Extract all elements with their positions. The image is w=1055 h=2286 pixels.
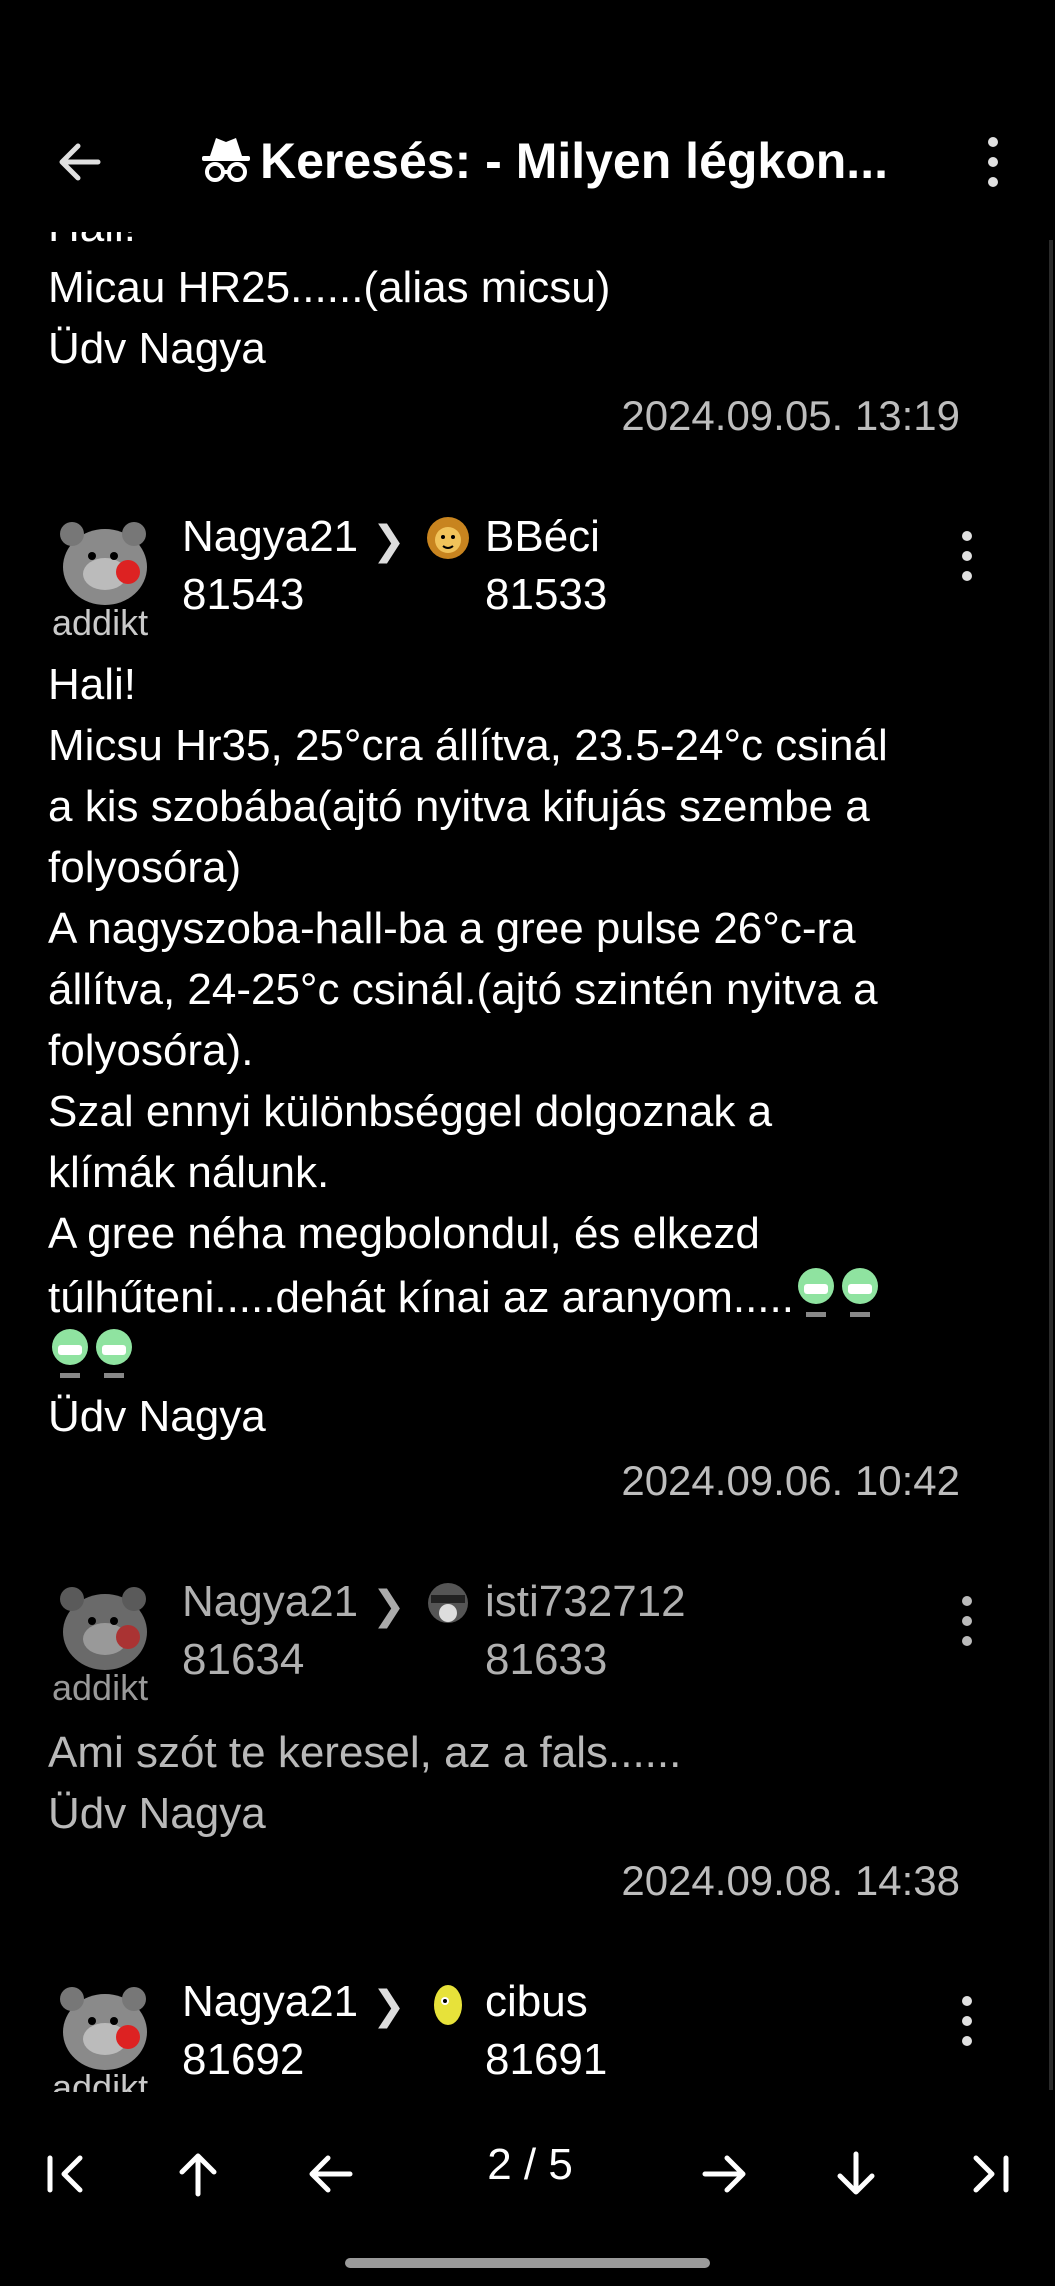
reply-chevron-icon: ❯ — [372, 519, 406, 563]
page-title: Keresés: - Milyen légkon... — [198, 126, 918, 196]
bear-avatar-icon[interactable] — [50, 1577, 160, 1673]
post-text-line — [48, 1325, 136, 1389]
reply-to-number[interactable]: 81691 — [485, 2035, 607, 2085]
post-partial-line: Hali! — [48, 232, 136, 257]
arrow-left-icon[interactable] — [300, 2144, 360, 2204]
post-text: túlhűteni.....dehát kínai az aranyom....… — [48, 1273, 794, 1322]
post-text-line: folyosóra). — [48, 1026, 254, 1075]
top-app-bar: Keresés: - Milyen légkon... — [0, 100, 1055, 230]
reply-chevron-icon: ❯ — [372, 1584, 406, 1628]
author-name[interactable]: Nagya21 — [182, 512, 358, 562]
grin-emoji-icon — [797, 1268, 834, 1317]
masked-avatar-icon — [428, 1583, 468, 1623]
post-text-line: Ami szót te keresel, az a fals...... — [48, 1728, 682, 1777]
page-indicator: 2 / 5 — [487, 2140, 573, 2189]
arrow-down-icon[interactable] — [826, 2144, 886, 2204]
user-rank: addikt — [52, 2067, 149, 2092]
post-date: 2024.09.05. 13:19 — [621, 392, 960, 439]
title-text: Keresés: - Milyen légkon... — [260, 133, 888, 189]
reply-to-name[interactable]: cibus — [485, 1977, 588, 2027]
bottom-navigation: 2 / 5 — [0, 2100, 1055, 2230]
author-post-number[interactable]: 81692 — [182, 2035, 304, 2085]
search-results: Hali! Micau HR25......(alias micsu) Üdv … — [0, 232, 1050, 2092]
post-text-line: klímák nálunk. — [48, 1148, 330, 1197]
author-post-number[interactable]: 81634 — [182, 1635, 304, 1685]
reply-to-number[interactable]: 81633 — [485, 1635, 607, 1685]
back-arrow-icon[interactable] — [48, 130, 112, 194]
arrow-up-icon[interactable] — [168, 2144, 228, 2204]
post-text-line: Szal ennyi különbséggel dolgoznak a — [48, 1087, 773, 1136]
bear-avatar-icon[interactable] — [50, 1977, 160, 2073]
reply-chevron-icon: ❯ — [372, 1984, 406, 2028]
author-name[interactable]: Nagya21 — [182, 1577, 358, 1627]
first-page-icon[interactable] — [38, 2144, 98, 2204]
bear-avatar-icon[interactable] — [50, 512, 160, 608]
post-header: addikt Nagya21 81692 ❯ cibus 81691 — [0, 1977, 1050, 2092]
reply-to-name[interactable]: BBéci — [485, 512, 600, 562]
reply-to-name[interactable]: isti732712 — [485, 1577, 686, 1627]
post-text-line: túlhűteni.....dehát kínai az aranyom....… — [48, 1264, 882, 1328]
post-header: addikt Nagya21 81543 ❯ BBéci 81533 — [0, 512, 1050, 652]
author-name[interactable]: Nagya21 — [182, 1977, 358, 2027]
post-text-line: Üdv Nagya — [48, 1392, 266, 1441]
post-date: 2024.09.08. 14:38 — [621, 1857, 960, 1904]
post-text-line: állítva, 24-25°c csinál.(ajtó szintén ny… — [48, 965, 878, 1014]
lion-avatar-icon — [427, 517, 469, 559]
arrow-right-icon[interactable] — [695, 2144, 755, 2204]
lemon-avatar-icon — [434, 1985, 462, 2025]
last-page-icon[interactable] — [958, 2144, 1018, 2204]
grin-emoji-icon — [841, 1268, 878, 1317]
post-text-line: Üdv Nagya — [48, 1789, 266, 1838]
post-date: 2024.09.06. 10:42 — [621, 1457, 960, 1504]
more-vert-icon[interactable] — [978, 130, 1008, 200]
post-more-icon[interactable] — [952, 1991, 982, 2051]
grin-emoji-icon — [52, 1329, 88, 1378]
post-text-line: Micau HR25......(alias micsu) — [48, 263, 611, 312]
grin-emoji-icon — [96, 1329, 132, 1378]
post-more-icon[interactable] — [952, 1591, 982, 1651]
post-text-line: Üdv Nagya — [48, 324, 266, 373]
post-header: addikt Nagya21 81634 ❯ isti732712 81633 — [0, 1577, 1050, 1717]
user-rank: addikt — [52, 1667, 149, 1708]
post-text-line: A nagyszoba-hall-ba a gree pulse 26°c-ra — [48, 904, 856, 953]
post-text-line: A gree néha megbolondul, és elkezd — [48, 1209, 760, 1258]
user-rank: addikt — [52, 602, 149, 643]
post-text-line: Hali! — [48, 660, 137, 709]
post-text-line: a kis szobába(ajtó nyitva kifujás szembe… — [48, 782, 870, 831]
gesture-handle[interactable] — [345, 2258, 710, 2268]
post-more-icon[interactable] — [952, 526, 982, 586]
reply-to-number[interactable]: 81533 — [485, 570, 607, 620]
post-text-line: Micsu Hr35, 25°cra állítva, 23.5-24°c cs… — [48, 721, 888, 770]
author-post-number[interactable]: 81543 — [182, 570, 304, 620]
incognito-icon — [202, 138, 250, 182]
post-text-line: folyosóra) — [48, 843, 242, 892]
